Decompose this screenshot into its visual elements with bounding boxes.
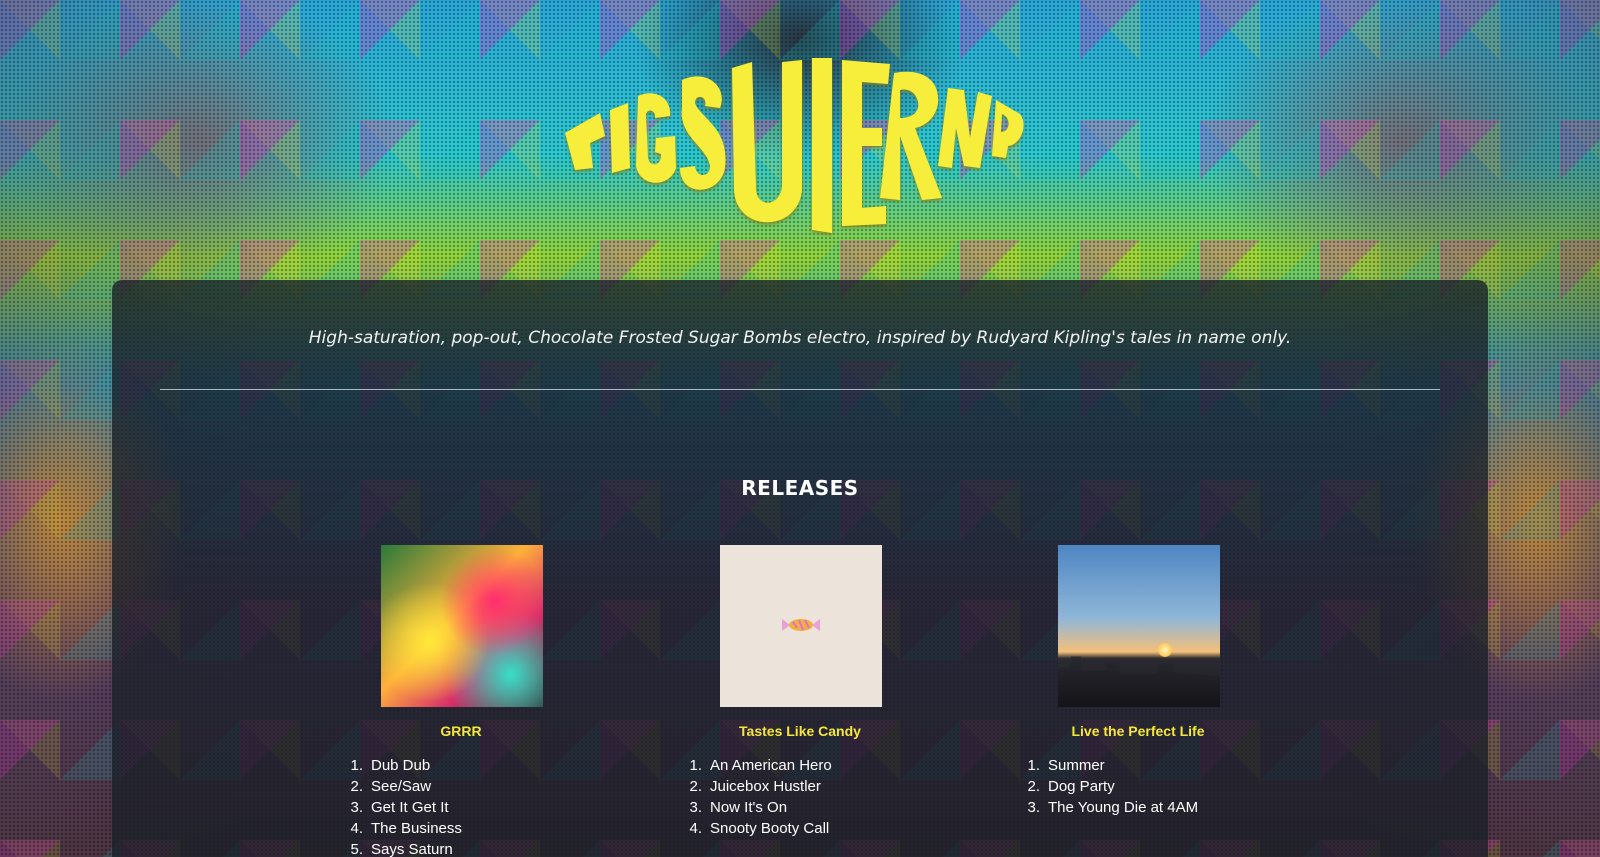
album-cover-grrr[interactable] xyxy=(381,545,543,707)
album-cover-tastes-like-candy[interactable] xyxy=(720,545,882,707)
track-item: 1. Dub Dub xyxy=(350,757,431,774)
album-cover-live-the-perfect-life[interactable] xyxy=(1058,545,1220,707)
album-title[interactable]: Tastes Like Candy xyxy=(680,723,920,739)
track-item: 4. Snooty Booty Call xyxy=(689,820,830,837)
logo-wordmark xyxy=(565,58,1024,233)
track-item: 1. An American Hero xyxy=(689,757,832,774)
release-card: Live the Perfect Life 1. Summer 2. Dog Par… xyxy=(1018,545,1258,818)
section-divider xyxy=(160,389,1440,390)
album-title[interactable]: Live the Perfect Life xyxy=(1018,723,1258,739)
track-list: 1. Dub Dub 2. See/Saw 3. Get It Get It 4. Th… xyxy=(341,755,581,857)
track-item: 4. The Business xyxy=(350,820,462,837)
sun-icon xyxy=(1158,643,1172,657)
track-item: 3. Get It Get It xyxy=(350,799,449,816)
track-item: 3. Now It's On xyxy=(689,799,788,816)
album-title[interactable]: GRRR xyxy=(341,723,581,739)
track-item: 2. Juicebox Hustler xyxy=(689,778,821,795)
track-item: 2. See/Saw xyxy=(350,778,432,795)
track-item: 2. Dog Party xyxy=(1027,778,1115,795)
releases-heading: RELEASES xyxy=(741,476,859,500)
release-card: GRRR 1. Dub Dub 2. See/Saw 3. Get It Get It… xyxy=(341,545,581,857)
skyline-silhouette xyxy=(1058,656,1220,707)
release-card: Tastes Like Candy 1. An American Hero 2. J… xyxy=(680,545,920,839)
band-tagline: High-saturation, pop-out, Chocolate Fros… xyxy=(308,328,1292,348)
track-list: 1. An American Hero 2. Juicebox Hustler 3.… xyxy=(680,755,920,839)
track-item: 1. Summer xyxy=(1027,757,1105,774)
track-item: 3. The Young Die at 4AM xyxy=(1027,799,1199,816)
site-logo[interactable] xyxy=(560,18,1030,258)
track-item: 5. Says Saturn xyxy=(350,841,453,857)
content-panel: High-saturation, pop-out, Chocolate Fros… xyxy=(112,280,1488,857)
track-list: 1. Summer 2. Dog Party 3. The Young Die at … xyxy=(1018,755,1258,818)
candy-icon xyxy=(782,619,820,631)
